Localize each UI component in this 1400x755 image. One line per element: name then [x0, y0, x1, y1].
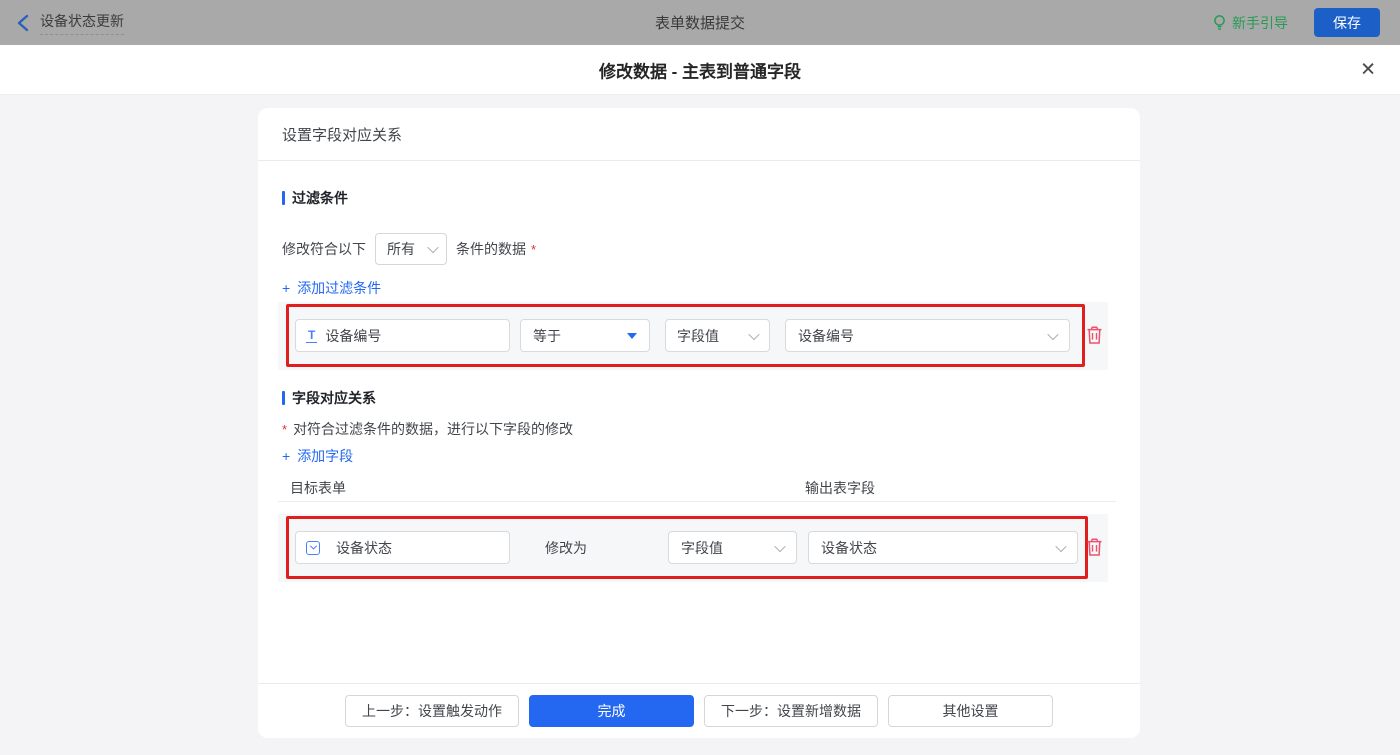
other-settings-button[interactable]: 其他设置 — [888, 695, 1053, 727]
prev-step-button[interactable]: 上一步：设置触发动作 — [345, 695, 519, 727]
chevron-down-icon — [427, 241, 439, 254]
workflow-title[interactable]: 设备状态更新 — [40, 11, 124, 35]
field-mapping-row: 设备状态 修改为 字段值 设备状态 — [278, 514, 1108, 582]
add-field-link[interactable]: + 添加字段 — [282, 446, 353, 466]
section-accent-bar — [282, 391, 285, 405]
modal-title: 修改数据 - 主表到普通字段 — [598, 62, 802, 81]
condition-suffix: 条件的数据 — [456, 241, 526, 257]
filter-condition-row: T 设备编号 等于 字段值 设备编号 — [278, 302, 1108, 370]
target-field-input[interactable]: 设备状态 — [295, 531, 510, 564]
plus-icon: + — [282, 280, 291, 296]
text-field-icon: T — [306, 327, 318, 343]
operator-select[interactable]: 等于 — [520, 319, 650, 352]
chevron-down-icon — [774, 540, 786, 552]
modal-body: 设置字段对应关系 过滤条件 修改符合以下 所有 条件的数据 * + 添加过滤条件… — [0, 95, 1400, 755]
modify-to-label: 修改为 — [545, 539, 587, 556]
condition-prefix: 修改符合以下 — [282, 241, 366, 257]
required-asterisk: * — [282, 421, 288, 437]
value-field-select[interactable]: 设备状态 — [808, 531, 1078, 564]
condition-mode-select[interactable]: 所有 — [375, 233, 447, 265]
divider — [258, 160, 1140, 161]
mapping-section-title: 字段对应关系 — [282, 388, 376, 408]
beginner-guide-link[interactable]: 新手引导 — [1212, 13, 1288, 33]
caret-down-icon — [627, 332, 637, 339]
guide-label: 新手引导 — [1232, 14, 1288, 31]
mapping-table-header: 目标表单 输出表字段 — [278, 474, 1116, 502]
mapping-note: * 对符合过滤条件的数据，进行以下字段的修改 — [282, 421, 574, 437]
plus-icon: + — [282, 448, 291, 464]
card-title: 设置字段对应关系 — [282, 127, 403, 144]
filter-field-input[interactable]: T 设备编号 — [295, 319, 510, 352]
condition-line: 修改符合以下 所有 条件的数据 * — [282, 233, 536, 265]
chevron-down-icon — [748, 328, 760, 340]
required-asterisk: * — [531, 241, 537, 257]
save-button[interactable]: 保存 — [1314, 8, 1380, 37]
top-bar: 设备状态更新 表单数据提交 新手引导 保存 — [0, 0, 1400, 45]
done-button[interactable]: 完成 — [529, 695, 694, 727]
settings-card: 设置字段对应关系 过滤条件 修改符合以下 所有 条件的数据 * + 添加过滤条件… — [258, 108, 1140, 738]
section-accent-bar — [282, 191, 285, 205]
select-field-icon — [306, 540, 320, 555]
value-type-select[interactable]: 字段值 — [668, 531, 797, 564]
close-icon[interactable]: ✕ — [1360, 60, 1376, 79]
topbar-center-title: 表单数据提交 — [654, 15, 746, 32]
add-filter-condition-link[interactable]: + 添加过滤条件 — [282, 278, 381, 298]
output-field-column-header: 输出表字段 — [805, 480, 875, 496]
modal-header: 修改数据 - 主表到普通字段 ✕ — [0, 45, 1400, 95]
delete-row-button[interactable] — [1086, 538, 1103, 562]
back-button[interactable] — [16, 14, 30, 32]
value-type-select[interactable]: 字段值 — [665, 319, 770, 352]
trash-icon — [1087, 326, 1102, 344]
chevron-down-icon — [1047, 328, 1059, 340]
next-step-button[interactable]: 下一步：设置新增数据 — [704, 695, 878, 727]
chevron-down-icon — [1055, 540, 1067, 552]
wizard-footer: 上一步：设置触发动作 完成 下一步：设置新增数据 其他设置 — [258, 683, 1140, 738]
lightbulb-icon — [1214, 15, 1225, 30]
delete-row-button[interactable] — [1086, 326, 1103, 350]
trash-icon — [1087, 538, 1102, 556]
filter-section-title: 过滤条件 — [282, 188, 348, 208]
target-form-column-header: 目标表单 — [290, 480, 346, 496]
value-field-select[interactable]: 设备编号 — [785, 319, 1070, 352]
back-chevron-icon — [17, 14, 29, 31]
